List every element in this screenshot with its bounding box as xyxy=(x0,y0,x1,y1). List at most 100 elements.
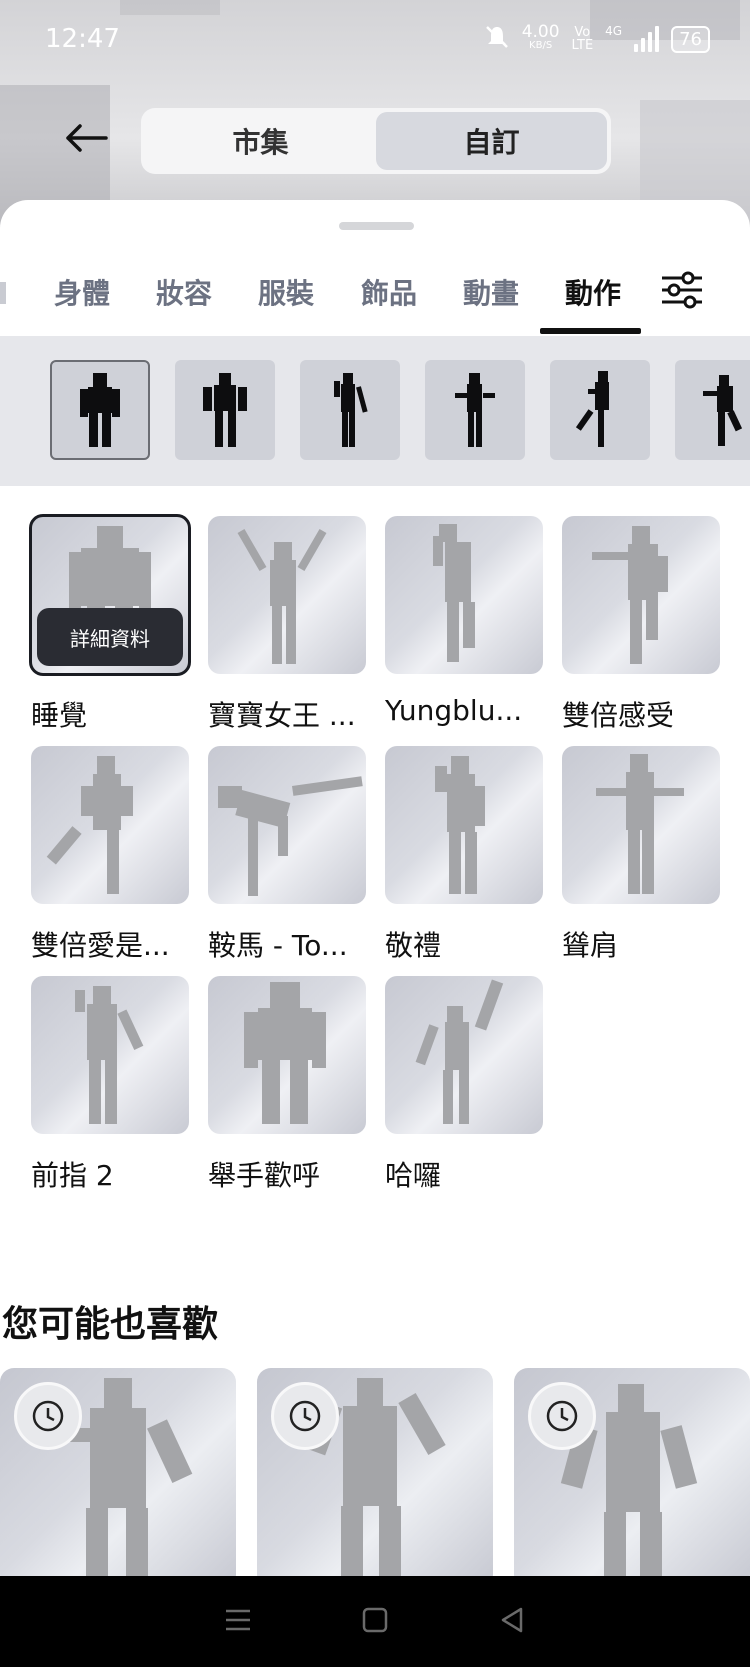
clock-icon xyxy=(289,1400,321,1432)
figure-image xyxy=(46,756,133,894)
arrow-left-icon xyxy=(66,124,108,152)
pose-thumb[interactable] xyxy=(425,360,525,460)
figure-icon xyxy=(80,373,120,447)
net-speed: 4.00 KB/S xyxy=(522,24,560,53)
mute-bell-icon xyxy=(484,24,510,54)
pose-label: 舉手歡呼 xyxy=(208,1159,321,1192)
figure-icon xyxy=(703,375,743,446)
details-button[interactable]: 詳細資料 xyxy=(37,608,183,666)
menu-nav-button[interactable] xyxy=(223,1605,253,1639)
clock-badge xyxy=(528,1382,596,1450)
pose-item[interactable]: 舉手歡呼 xyxy=(208,976,366,1194)
active-tab-underline xyxy=(540,328,641,334)
pose-label: 哈囉 xyxy=(385,1159,442,1192)
pose-item[interactable]: 鞍馬 - To... xyxy=(208,746,366,964)
status-bar: 12:47 4.00 KB/S Vo LTE 4G 76 xyxy=(0,0,750,85)
pose-label: 前指 2 xyxy=(31,1159,114,1192)
pose-card[interactable] xyxy=(31,746,189,904)
clock-badge xyxy=(271,1382,339,1450)
pose-card[interactable] xyxy=(208,516,366,674)
figure-image xyxy=(433,524,475,662)
menu-icon xyxy=(226,1609,251,1630)
bottom-sheet: 身體 妝容 服裝 飾品 動畫 動作 詳細資料 睡覺 寶寶女王 ... Yungb… xyxy=(0,200,750,1576)
pose-label: 雙倍愛是... xyxy=(31,929,170,962)
pose-item[interactable]: 雙倍愛是... xyxy=(31,746,189,964)
pose-item[interactable]: 聳肩 xyxy=(562,746,720,964)
sheet-handle[interactable] xyxy=(339,222,414,230)
tab-makeup[interactable]: 妝容 xyxy=(156,272,212,312)
recommendation-card[interactable] xyxy=(257,1368,493,1576)
pose-item[interactable]: 詳細資料 睡覺 xyxy=(29,514,191,734)
pose-thumb[interactable] xyxy=(50,360,150,460)
volte-indicator: Vo LTE xyxy=(572,26,594,52)
sliders-icon xyxy=(662,271,702,309)
segment-custom[interactable]: 自訂 xyxy=(376,112,607,170)
triangle-back-icon xyxy=(501,1607,522,1632)
clock-icon xyxy=(546,1400,578,1432)
clock-badge xyxy=(14,1382,82,1450)
segment-market[interactable]: 市集 xyxy=(145,112,376,170)
recommendation-card[interactable] xyxy=(514,1368,750,1576)
pose-item[interactable]: 敬禮 xyxy=(385,746,543,964)
back-nav-button[interactable] xyxy=(497,1605,527,1639)
pose-label: 聳肩 xyxy=(562,929,619,962)
tab-animation[interactable]: 動畫 xyxy=(463,272,519,312)
figure-icon xyxy=(334,373,368,447)
tab-accessories[interactable]: 飾品 xyxy=(361,272,417,312)
category-tabs: 身體 妝容 服裝 飾品 動畫 動作 xyxy=(0,250,750,336)
status-time: 12:47 xyxy=(45,24,120,54)
pose-item[interactable]: 哈囉 xyxy=(385,976,543,1194)
home-square-icon xyxy=(362,1607,388,1632)
tab-clothing[interactable]: 服裝 xyxy=(258,272,314,312)
figure-image xyxy=(218,776,363,896)
tab-body[interactable]: 身體 xyxy=(54,272,110,312)
figure-image xyxy=(415,979,504,1124)
recommendations-title: 您可能也喜歡 xyxy=(2,1304,219,1345)
signal-icon xyxy=(634,26,660,52)
back-button[interactable] xyxy=(60,112,112,164)
battery-level: 76 xyxy=(671,25,710,53)
status-icons: 4.00 KB/S Vo LTE 4G 76 xyxy=(484,24,710,54)
pose-card[interactable] xyxy=(31,976,189,1134)
mode-switcher: 市集 自訂 xyxy=(141,108,611,174)
pose-label: 寶寶女王 ... xyxy=(208,699,356,732)
figure-icon xyxy=(455,373,495,447)
pose-card[interactable] xyxy=(208,746,366,904)
pose-strip xyxy=(0,336,750,486)
tab-edge-fragment xyxy=(0,282,6,304)
filter-button[interactable] xyxy=(660,268,704,312)
pose-item[interactable]: 寶寶女王 ... xyxy=(208,516,366,734)
pose-thumb[interactable] xyxy=(675,360,750,460)
pose-card[interactable] xyxy=(208,976,366,1134)
pose-item[interactable]: 雙倍感受 xyxy=(562,516,720,734)
network-type: 4G xyxy=(605,24,623,38)
pose-card[interactable] xyxy=(385,976,543,1134)
pose-thumb[interactable] xyxy=(175,360,275,460)
figure-icon xyxy=(575,371,609,447)
clock-icon xyxy=(32,1400,64,1432)
home-nav-button[interactable] xyxy=(360,1605,390,1639)
pose-card[interactable] xyxy=(562,746,720,904)
figure-icon xyxy=(203,373,247,447)
pose-item[interactable]: Yungblu... xyxy=(385,516,543,727)
pose-thumb[interactable] xyxy=(300,360,400,460)
figure-image xyxy=(592,526,668,664)
tab-poses[interactable]: 動作 xyxy=(565,272,621,312)
pose-card[interactable] xyxy=(385,516,543,674)
pose-card[interactable]: 詳細資料 xyxy=(29,514,191,676)
pose-card[interactable] xyxy=(562,516,720,674)
pose-thumb[interactable] xyxy=(550,360,650,460)
pose-label: 雙倍感受 xyxy=(562,699,675,732)
figure-image xyxy=(75,986,144,1124)
figure-image xyxy=(244,982,326,1124)
system-nav-bar xyxy=(0,1576,750,1667)
pose-item[interactable]: 前指 2 xyxy=(31,976,189,1194)
pose-label: 睡覺 xyxy=(31,699,88,732)
figure-image xyxy=(237,528,327,664)
recommendation-card[interactable] xyxy=(0,1368,236,1576)
pose-label: 敬禮 xyxy=(385,929,442,962)
pose-label: Yungblu... xyxy=(385,694,523,727)
volte-bottom: LTE xyxy=(571,38,594,53)
pose-card[interactable] xyxy=(385,746,543,904)
figure-image xyxy=(596,754,684,894)
